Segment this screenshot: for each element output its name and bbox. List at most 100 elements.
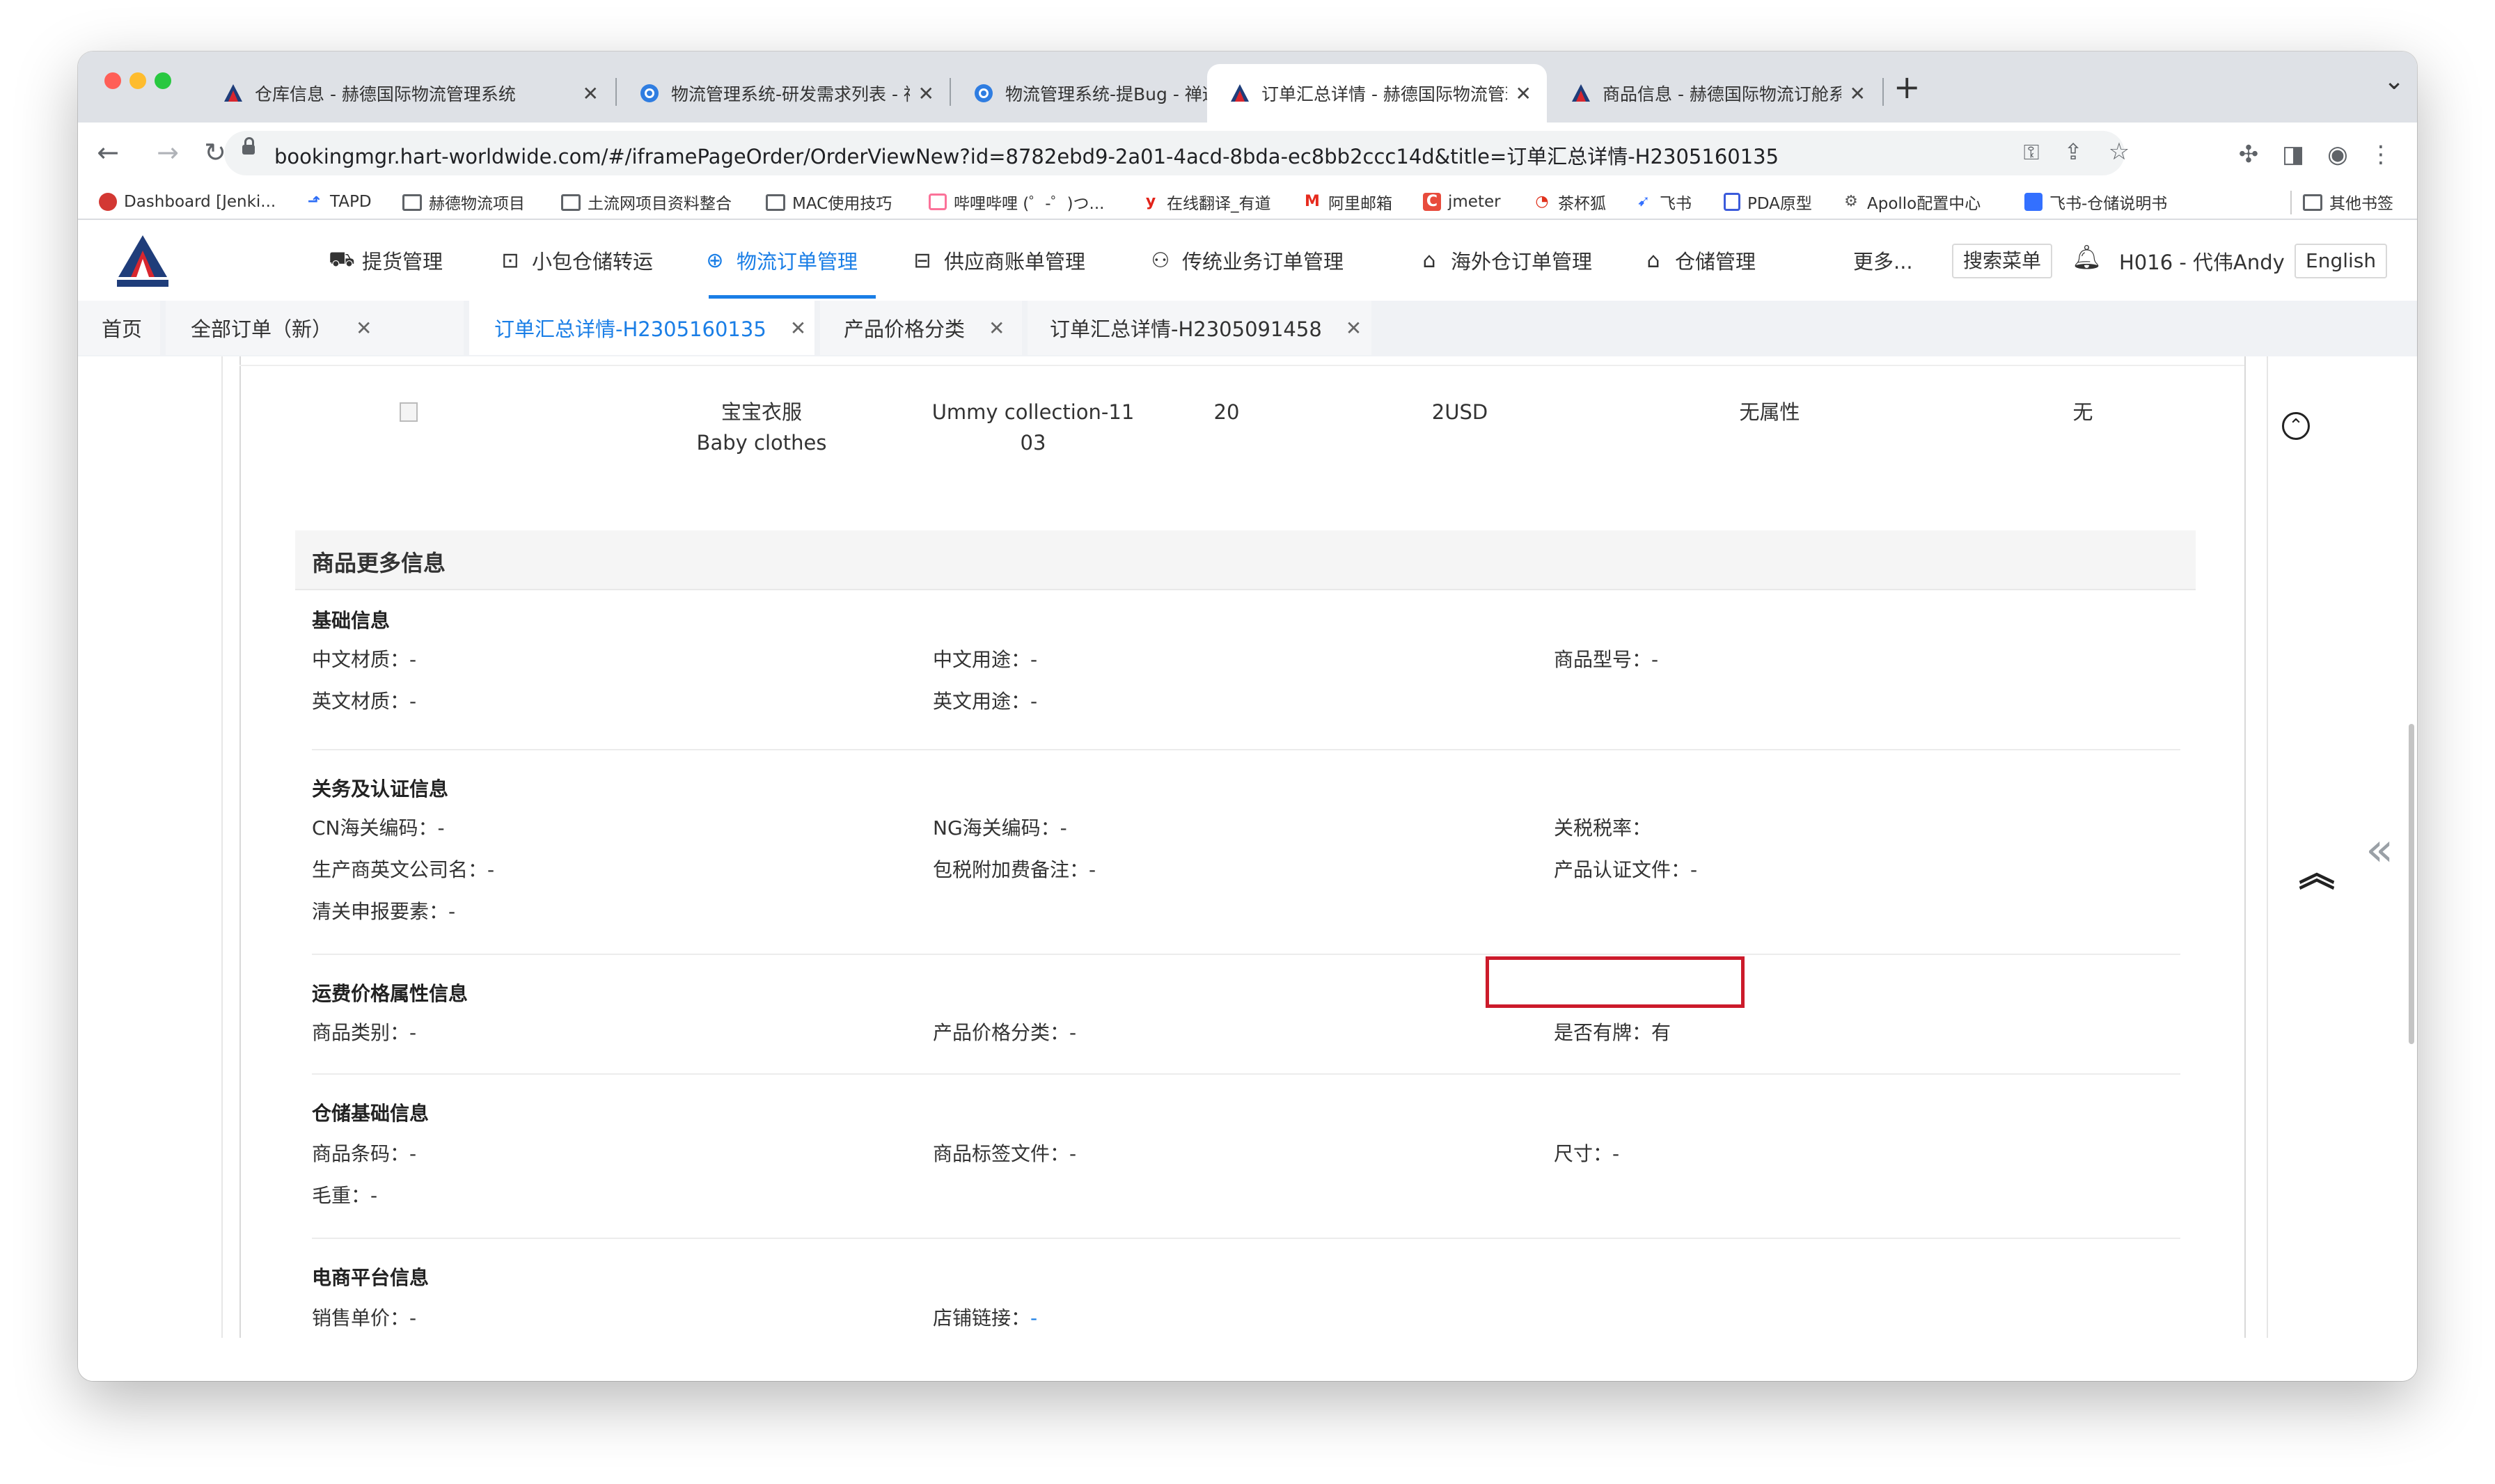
folder-icon xyxy=(766,194,785,211)
folder-icon xyxy=(2303,194,2322,211)
bookmark-item[interactable]: ◔ 茶杯狐 xyxy=(1533,191,1606,213)
close-tab-icon[interactable]: ✕ xyxy=(1516,82,1532,105)
tab-separator xyxy=(1882,78,1884,106)
page-scrollbar[interactable] xyxy=(2409,724,2414,1044)
more-info-header-bar xyxy=(295,530,2196,590)
profile-avatar-icon[interactable]: ◉ xyxy=(2322,139,2353,170)
bookmark-item[interactable]: y 在线翻译_有道 xyxy=(1142,191,1271,213)
close-tab-icon[interactable]: ✕ xyxy=(1850,82,1866,105)
tab-home[interactable]: 首页 xyxy=(78,301,160,355)
tab-product-price-category[interactable]: 产品价格分类 ✕ xyxy=(820,301,1022,355)
collapse-sidebar-icon[interactable]: « xyxy=(2366,823,2393,876)
browser-tab-title: 订单汇总详情 - 赫德国际物流管理系统 xyxy=(1261,84,1507,104)
menu-item-pickup[interactable]: ⛟ 提货管理 xyxy=(329,220,443,301)
menu-item-traditional-orders[interactable]: ⚇ 传统业务订单管理 xyxy=(1149,220,1344,301)
bookmark-item[interactable]: PDA原型 xyxy=(1724,191,1812,213)
browser-tab[interactable]: 商品信息 - 赫德国际物流订舱系统 ✕ xyxy=(1548,64,1881,123)
bookmark-item[interactable]: M 阿里邮箱 xyxy=(1303,191,1392,213)
menu-item-parcel-warehouse[interactable]: ⊡ 小包仓储转运 xyxy=(498,220,653,301)
address-bar[interactable]: bookingmgr.hart-worldwide.com/#/iframePa… xyxy=(224,131,2130,175)
close-window-button[interactable] xyxy=(104,72,121,89)
share-icon[interactable]: ⇪ xyxy=(2058,136,2088,167)
lock-icon xyxy=(242,137,255,155)
collapse-row-icon[interactable]: ⌃ xyxy=(2282,412,2310,440)
field-cn-material: 中文材质：- xyxy=(312,648,417,671)
bookmark-item[interactable]: Cjmeter xyxy=(1423,191,1501,213)
hart-logo-icon xyxy=(1572,84,1590,102)
search-menu-button[interactable]: 搜索菜单 xyxy=(1952,244,2053,278)
bookmark-item[interactable]: ⬏ TAPD xyxy=(305,191,372,213)
back-arrow-icon[interactable]: ← xyxy=(90,135,125,170)
bookmarks-bar: Dashboard [Jenki... ⬏ TAPD 赫德物流项目 土流网项目资料… xyxy=(78,185,2417,220)
product-remark: 无 xyxy=(2072,400,2093,424)
browser-tab[interactable]: 仓库信息 - 赫德国际物流管理系统 ✕ xyxy=(200,64,614,123)
product-price: 2USD xyxy=(1431,400,1488,424)
menu-item-warehouse[interactable]: ⌂ 仓储管理 xyxy=(1642,220,1756,301)
menu-item-more[interactable]: 更多... xyxy=(1853,220,1913,301)
minimize-window-button[interactable] xyxy=(129,72,146,89)
forward-arrow-icon[interactable]: → xyxy=(150,135,185,170)
menu-item-logistics-orders[interactable]: ⊕ 物流订单管理 xyxy=(703,220,858,301)
back-to-top-icon[interactable]: ︽ xyxy=(2299,856,2335,892)
browser-tab-title: 仓库信息 - 赫德国际物流管理系统 xyxy=(255,84,516,104)
field-unit-price: 销售单价：- xyxy=(312,1307,417,1329)
field-en-usage: 英文用途：- xyxy=(933,690,1038,713)
close-icon[interactable]: ✕ xyxy=(989,317,1005,340)
maximize-window-button[interactable] xyxy=(155,72,171,89)
tab-all-orders[interactable]: 全部订单（新） ✕ xyxy=(166,301,464,355)
close-icon[interactable]: ✕ xyxy=(1346,317,1362,340)
menu-item-supplier-bills[interactable]: ⊟ 供应商账单管理 xyxy=(911,220,1085,301)
product-name-cn: 宝宝衣服 xyxy=(721,400,802,424)
store-link[interactable]: - xyxy=(1030,1307,1037,1329)
field-store-link-label: 店铺链接： xyxy=(933,1307,1031,1329)
close-tab-icon[interactable]: ✕ xyxy=(918,82,934,105)
bookmark-item[interactable]: MAC使用技巧 xyxy=(766,191,892,213)
address-toolbar: ← → ↻ bookingmgr.hart-worldwide.com/#/if… xyxy=(78,123,2417,185)
inner-panel-left-border xyxy=(239,356,241,1338)
bookmark-item[interactable]: 飞书-仓储说明书 xyxy=(2024,191,2167,213)
bookmark-item[interactable]: 赫德物流项目 xyxy=(402,191,525,213)
apollo-icon: ⚙ xyxy=(1844,193,1858,210)
menu-item-overseas-warehouse[interactable]: ⌂ 海外仓订单管理 xyxy=(1417,220,1592,301)
panel-top-rule xyxy=(239,365,2244,366)
tab-search-button[interactable]: ⌄ xyxy=(2384,67,2405,95)
close-icon[interactable]: ✕ xyxy=(356,317,372,340)
bookmark-star-icon[interactable]: ☆ xyxy=(2104,136,2134,167)
field-label-file: 商品标签文件：- xyxy=(933,1142,1077,1165)
outer-panel-left-border xyxy=(221,356,223,1338)
zentao-icon xyxy=(975,84,993,102)
tab-order-summary-h2305160135[interactable]: 订单汇总详情-H2305160135 ✕ xyxy=(469,301,814,355)
field-tax-fee-note: 包税附加费备注：- xyxy=(933,858,1096,881)
bookmark-item[interactable]: 土流网项目资料整合 xyxy=(561,191,732,213)
extensions-icon[interactable]: ✣ xyxy=(2233,139,2264,170)
jmeter-icon: C xyxy=(1423,193,1441,211)
field-ng-hs-code: NG海关编码：- xyxy=(933,816,1067,839)
tab-order-summary-h2305091458[interactable]: 订单汇总详情-H2305091458 ✕ xyxy=(1028,301,1371,355)
hart-logo xyxy=(117,235,168,287)
browser-tab[interactable]: 物流管理系统-研发需求列表 - 禅道 ✕ xyxy=(617,64,950,123)
key-icon[interactable]: ⚿ xyxy=(2016,138,2047,168)
new-tab-button[interactable]: + xyxy=(1894,68,1921,106)
user-name[interactable]: H016 - 代伟Andy xyxy=(2119,246,2285,276)
side-panel-icon[interactable]: ◨ xyxy=(2278,139,2308,170)
browser-menu-icon[interactable]: ⋮ xyxy=(2366,139,2396,170)
hart-logo-icon xyxy=(1231,84,1249,102)
bookmark-item[interactable]: Dashboard [Jenki... xyxy=(99,191,276,213)
language-toggle-button[interactable]: English xyxy=(2295,244,2388,278)
bookmark-item[interactable]: ⚙ Apollo配置中心 xyxy=(1842,191,1981,213)
house-filled-icon: ⌂ xyxy=(1646,248,1660,273)
network-icon: ⚇ xyxy=(1151,248,1170,273)
other-bookmarks[interactable]: 其他书签 xyxy=(2303,191,2393,213)
field-gross-weight: 毛重：- xyxy=(312,1184,378,1207)
field-price-classification: 产品价格分类：- xyxy=(933,1021,1077,1044)
field-tariff-rate: 关税税率： xyxy=(1554,816,1652,839)
url-text[interactable]: bookingmgr.hart-worldwide.com/#/iframePa… xyxy=(274,141,1779,170)
bookmark-item[interactable]: 哔哩哔哩 (゜-゜)つ... xyxy=(929,191,1105,213)
close-tab-icon[interactable]: ✕ xyxy=(583,82,599,105)
browser-tab-active[interactable]: 订单汇总详情 - 赫德国际物流管理系统 ✕ xyxy=(1207,64,1547,123)
bookmark-item[interactable]: ➹ 飞书 xyxy=(1635,191,1692,213)
browser-tab-title: 商品信息 - 赫德国际物流订舱系统 xyxy=(1603,84,1841,104)
bell-icon[interactable]: 🔔︎ xyxy=(2072,244,2102,271)
folder-icon xyxy=(561,194,581,211)
close-icon[interactable]: ✕ xyxy=(790,317,806,340)
